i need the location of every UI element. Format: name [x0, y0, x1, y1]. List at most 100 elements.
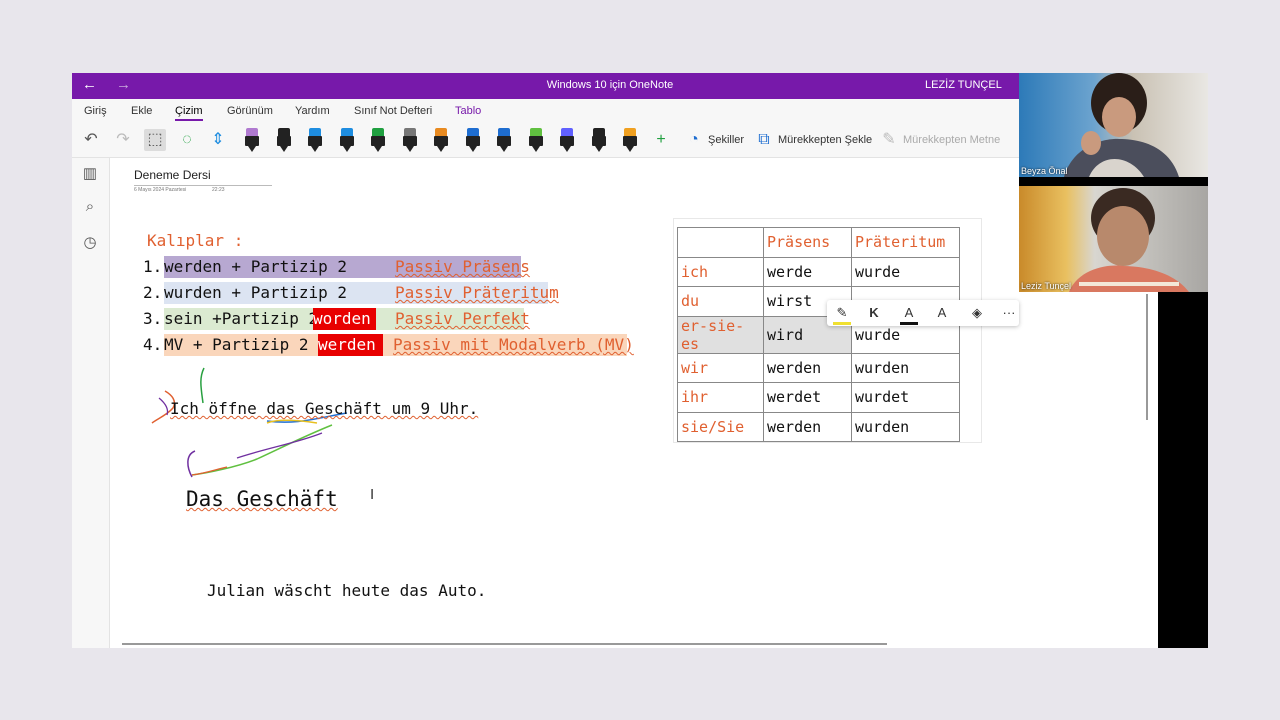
- pronoun-cell[interactable]: du: [677, 286, 764, 317]
- pattern-text: MV + Partizip 2 +: [164, 335, 328, 354]
- row-number: 1.: [143, 257, 163, 276]
- pen-12-icon[interactable]: [591, 128, 606, 152]
- table-header-row: Präsens Präteritum: [677, 227, 960, 258]
- undo-icon[interactable]: ↶: [80, 129, 102, 151]
- shapes-icon[interactable]: ◔: [683, 129, 705, 151]
- participant-video: [1064, 73, 1179, 177]
- font-size-button[interactable]: A: [933, 304, 951, 322]
- redo-icon[interactable]: ↷: [112, 129, 134, 151]
- table-row: wir werden wurden: [677, 352, 960, 383]
- pronoun-cell[interactable]: er-sie-es: [677, 315, 764, 354]
- fill-color-icon[interactable]: ◈: [968, 304, 986, 322]
- table-cell[interactable]: werde: [763, 256, 852, 287]
- pattern-text: werden + Partizip 2: [164, 257, 348, 276]
- ink-to-shape-icon[interactable]: ⧉: [753, 129, 775, 151]
- pen-7-icon[interactable]: [434, 128, 448, 152]
- conjugation-table-container[interactable]: Präsens Präteritum ich werde wurde du wi…: [673, 218, 982, 443]
- passiv-label: Passiv mit Modalverb (MV): [393, 335, 634, 354]
- screen-share-black-region: [1158, 292, 1208, 648]
- more-options-button[interactable]: ···: [1000, 304, 1018, 322]
- row-number: 3.: [143, 309, 163, 328]
- tab-ekle[interactable]: Ekle: [131, 105, 152, 117]
- notebooks-icon[interactable]: ▥: [80, 164, 100, 184]
- pattern-text: wurden + Partizip 2: [164, 283, 348, 302]
- bold-button[interactable]: K: [865, 304, 883, 322]
- row-number: 4.: [143, 335, 163, 354]
- user-name[interactable]: LEZİZ TUNÇEL: [925, 79, 1002, 91]
- lasso-icon[interactable]: ◌: [176, 129, 198, 151]
- pronoun-cell[interactable]: ich: [677, 256, 764, 287]
- font-color-button[interactable]: A: [900, 304, 918, 325]
- pen-8-icon[interactable]: [465, 128, 480, 152]
- ink-annotation: [151, 367, 348, 478]
- sentence-subject: Das Geschäft: [186, 487, 338, 511]
- tab-gorunum[interactable]: Görünüm: [227, 105, 273, 117]
- table-header[interactable]: Präsens: [763, 227, 852, 258]
- passiv-label: Passiv Präsens: [395, 257, 530, 276]
- tab-sinif-not-defteri[interactable]: Sınıf Not Defteri: [354, 105, 432, 117]
- recent-icon[interactable]: ◷: [80, 233, 100, 253]
- notes-heading: Kalıplar :: [147, 231, 244, 250]
- pattern-text: sein +Partizip 2+: [164, 309, 328, 328]
- pen-10-icon[interactable]: [528, 128, 543, 152]
- floating-format-bar: ✎ K A A ◈ ···: [827, 300, 1019, 326]
- row-number: 2.: [143, 283, 163, 302]
- webcam-divider: [1019, 177, 1208, 186]
- passiv-label: Passiv Präteritum: [395, 283, 559, 302]
- table-row: ihr werdet wurdet: [677, 382, 960, 413]
- pen-6-icon[interactable]: [402, 128, 417, 152]
- participant-name: Leziz Tunçel: [1021, 281, 1072, 291]
- table-cell[interactable]: wurde: [851, 256, 960, 287]
- pen-11-icon[interactable]: [560, 128, 574, 152]
- add-pen-icon[interactable]: +: [650, 129, 672, 151]
- tab-cizim[interactable]: Çizim: [175, 105, 203, 121]
- ink-to-text-button[interactable]: Mürekkepten Metne: [903, 134, 1000, 146]
- page-title[interactable]: Deneme Dersi: [134, 168, 211, 182]
- passiv-label: Passiv Perfekt: [395, 309, 530, 328]
- pen-3-icon[interactable]: [308, 128, 322, 152]
- table-cell[interactable]: wurden: [851, 352, 960, 383]
- tab-yardim[interactable]: Yardım: [295, 105, 330, 117]
- sentence-example: Julian wäscht heute das Auto.: [207, 581, 487, 600]
- table-header[interactable]: Präteritum: [851, 227, 960, 258]
- table-cell[interactable]: werden: [763, 352, 852, 383]
- pronoun-cell[interactable]: ihr: [677, 382, 764, 413]
- pen-13-icon[interactable]: [623, 128, 637, 152]
- sentence-active: Ich öffne das Geschäft um 9 Uhr.: [170, 399, 479, 418]
- participant-video: [1069, 188, 1189, 292]
- ink-to-shape-button[interactable]: Mürekkepten Şekle: [778, 134, 872, 146]
- highlight-worden: worden: [313, 308, 376, 330]
- page-date: 6 Mayıs 2024 Pazartesi: [134, 187, 187, 193]
- add-space-icon[interactable]: ⇕: [207, 129, 229, 151]
- pen-2-icon[interactable]: [276, 128, 291, 152]
- table-cell[interactable]: werdet: [763, 382, 852, 413]
- pen-1-icon[interactable]: [245, 128, 259, 152]
- participant-name: Beyza Önal: [1021, 166, 1068, 176]
- search-icon[interactable]: ⌕: [80, 198, 100, 218]
- ink-to-text-icon[interactable]: ✎: [878, 129, 900, 151]
- webcam-participant-1[interactable]: Beyza Önal: [1019, 73, 1208, 177]
- vertical-scrollbar[interactable]: [1146, 294, 1148, 420]
- tab-giris[interactable]: Giriş: [84, 105, 107, 117]
- highlight-werden: werden: [318, 334, 383, 356]
- lasso-select-icon[interactable]: ⬚: [144, 129, 166, 151]
- pronoun-cell[interactable]: sie/Sie: [677, 411, 764, 442]
- pen-9-icon[interactable]: [497, 128, 511, 152]
- pen-5-icon[interactable]: [371, 128, 385, 152]
- highlighter-icon[interactable]: ✎: [833, 304, 851, 325]
- navigation-rail: ▥ ⌕ ◷: [72, 158, 110, 648]
- table-row: sie/Sie werden wurden: [677, 411, 960, 442]
- table-cell[interactable]: wurdet: [851, 382, 960, 413]
- table-header[interactable]: [677, 227, 764, 258]
- webcam-participant-2[interactable]: Leziz Tunçel: [1019, 186, 1208, 292]
- shapes-button[interactable]: Şekiller: [708, 134, 744, 146]
- table-cell[interactable]: werden: [763, 411, 852, 442]
- tab-tablo[interactable]: Tablo: [455, 105, 481, 117]
- page-time: 22:23: [212, 187, 225, 193]
- table-cell[interactable]: wurden: [851, 411, 960, 442]
- pen-4-icon[interactable]: [339, 128, 354, 152]
- conjugation-table[interactable]: Präsens Präteritum ich werde wurde du wi…: [677, 227, 960, 442]
- horizontal-scrollbar[interactable]: [122, 643, 887, 645]
- table-row: ich werde wurde: [677, 256, 960, 287]
- pronoun-cell[interactable]: wir: [677, 352, 764, 383]
